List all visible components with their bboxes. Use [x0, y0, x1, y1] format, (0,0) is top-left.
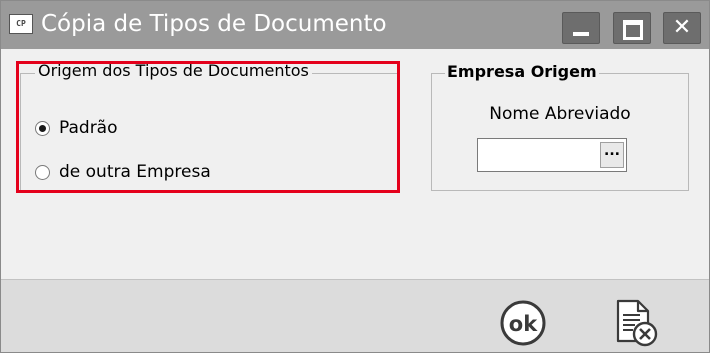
- ok-text: ok: [509, 312, 538, 336]
- close-button[interactable]: ✕: [663, 12, 701, 44]
- nome-abreviado-input[interactable]: [480, 141, 602, 169]
- empresa-legend: Empresa Origem: [445, 62, 599, 81]
- cancel-button[interactable]: [610, 297, 662, 349]
- minimize-icon: [573, 32, 589, 36]
- app-icon: CP: [9, 14, 33, 34]
- close-icon: ✕: [672, 15, 692, 40]
- window-title: Cópia de Tipos de Documento: [41, 11, 387, 37]
- minimize-button[interactable]: [562, 12, 600, 44]
- maximize-icon: [623, 20, 643, 40]
- highlight-box: [16, 61, 400, 193]
- nome-abreviado-lookup: ...: [477, 138, 627, 172]
- dialog-window: CP Cópia de Tipos de Documento ✕ Origem …: [0, 0, 710, 353]
- maximize-button[interactable]: [613, 12, 651, 44]
- nome-abreviado-label: Nome Abreviado: [489, 104, 631, 124]
- ok-icon: ok: [500, 300, 546, 346]
- ok-button[interactable]: ok: [498, 299, 548, 347]
- empresa-groupbox: Empresa Origem Nome Abreviado ...: [431, 62, 689, 191]
- button-bar: ok: [1, 279, 709, 352]
- title-bar[interactable]: CP Cópia de Tipos de Documento ✕: [1, 1, 709, 49]
- dialog-content: Origem dos Tipos de Documentos Padrão de…: [1, 49, 709, 279]
- lookup-button[interactable]: ...: [600, 142, 624, 168]
- cancel-document-icon: [616, 299, 658, 347]
